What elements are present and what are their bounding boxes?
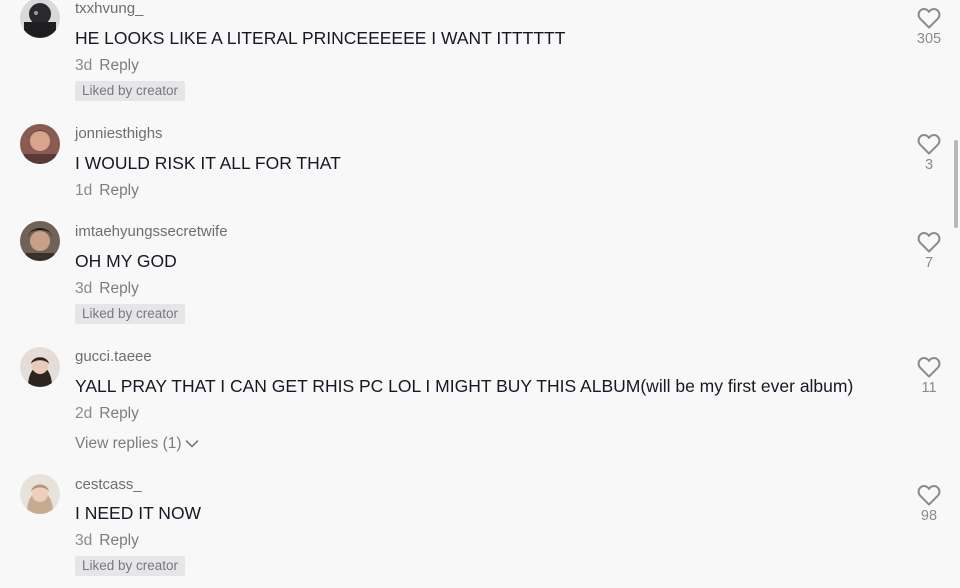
avatar[interactable] (20, 474, 60, 514)
view-replies-button[interactable]: View replies (1) (75, 435, 199, 453)
like-count: 3 (924, 157, 934, 173)
reply-button[interactable]: Reply (99, 182, 139, 199)
chevron-down-icon (182, 435, 199, 452)
liked-by-creator-badge: Liked by creator (75, 81, 186, 101)
heart-outline-icon[interactable] (913, 356, 945, 378)
heart-outline-icon[interactable] (913, 231, 945, 253)
comments-page: txxhvung_ HE LOOKS LIKE A LITERAL PRINCE… (0, 0, 960, 588)
comment-time: 1d (75, 182, 93, 199)
heart-outline-icon[interactable] (913, 133, 945, 155)
like-group: 7 (913, 231, 945, 272)
comment-username[interactable]: jonniesthighs (75, 125, 163, 143)
comment-username[interactable]: gucci.taeee (75, 348, 152, 366)
comment-time: 3d (75, 532, 93, 549)
reply-button[interactable]: Reply (99, 532, 139, 549)
like-group: 3 (913, 133, 945, 174)
comment-text: I NEED IT NOW (75, 503, 202, 523)
liked-by-creator-badge: Liked by creator (75, 304, 186, 324)
comment-text: OH MY GOD (75, 251, 177, 271)
like-count: 7 (924, 255, 934, 271)
comment-text: I WOULD RISK IT ALL FOR THAT (75, 153, 341, 173)
comment-username[interactable]: cestcass_ (75, 476, 142, 494)
comment-meta: 3d Reply (75, 280, 139, 298)
like-count: 11 (921, 380, 937, 396)
scrollbar[interactable] (954, 140, 958, 228)
comment-time: 2d (75, 405, 93, 422)
reply-button[interactable]: Reply (99, 405, 139, 422)
like-count: 305 (916, 31, 942, 47)
view-replies-label: View replies (1) (75, 435, 182, 452)
comment-username[interactable]: imtaehyungssecretwife (75, 223, 228, 241)
reply-button[interactable]: Reply (99, 280, 139, 297)
avatar[interactable] (20, 124, 60, 164)
liked-by-creator-badge: Liked by creator (75, 556, 186, 576)
reply-button[interactable]: Reply (99, 57, 139, 74)
comment-time: 3d (75, 280, 93, 297)
avatar[interactable] (20, 221, 60, 261)
avatar[interactable] (20, 347, 60, 387)
comment-username[interactable]: txxhvung_ (75, 0, 143, 18)
comment-meta: 2d Reply (75, 405, 139, 423)
avatar[interactable] (20, 0, 60, 38)
comment-text: YALL PRAY THAT I CAN GET RHIS PC LOL I M… (75, 376, 854, 396)
comment-meta: 3d Reply (75, 57, 139, 75)
like-group: 98 (913, 484, 945, 525)
like-group: 305 (913, 7, 945, 48)
comment-time: 3d (75, 57, 93, 74)
heart-outline-icon[interactable] (913, 484, 945, 506)
comment-meta: 1d Reply (75, 182, 139, 200)
comment-text: HE LOOKS LIKE A LITERAL PRINCEEEEEE I WA… (75, 28, 566, 48)
like-count: 98 (920, 508, 938, 524)
like-group: 11 (913, 356, 945, 397)
comment-meta: 3d Reply (75, 532, 139, 550)
heart-outline-icon[interactable] (913, 7, 945, 29)
